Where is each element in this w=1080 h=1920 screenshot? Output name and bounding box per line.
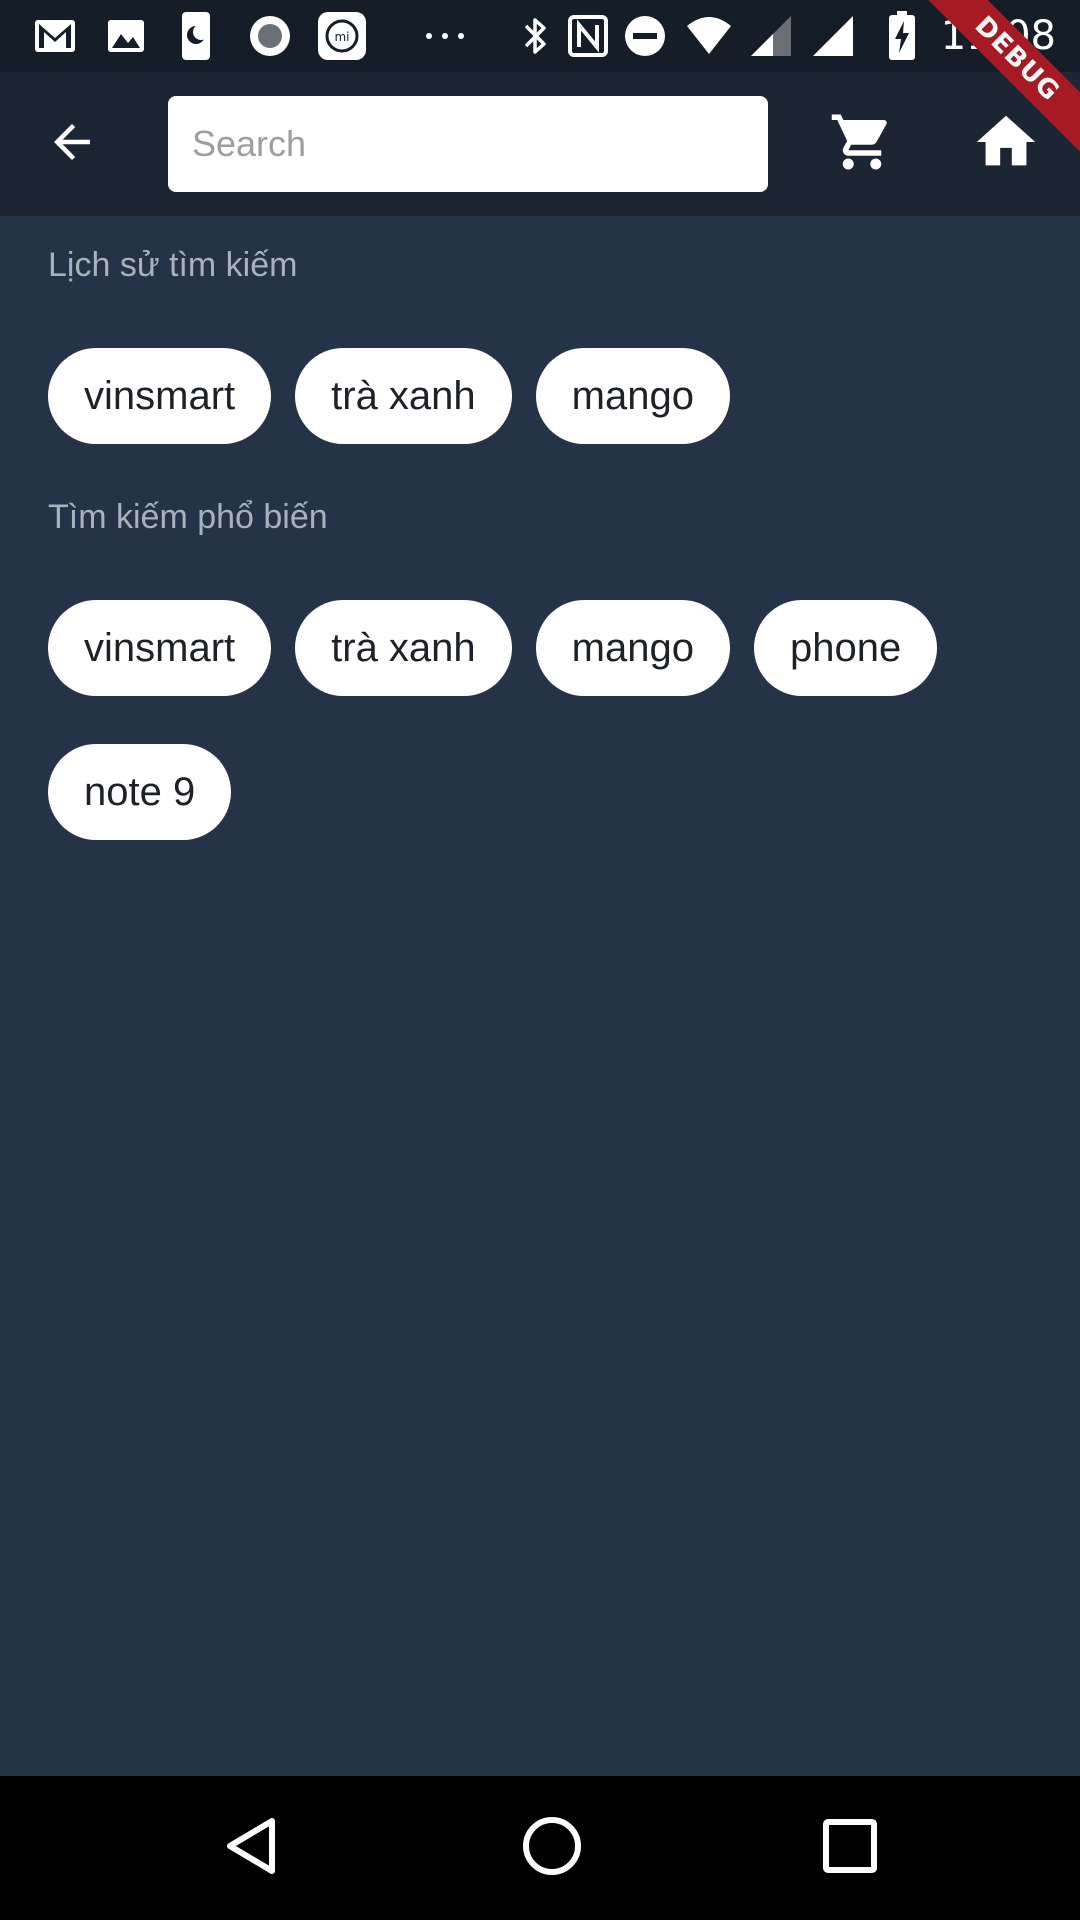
battery-charging-icon xyxy=(884,0,920,72)
bluetooth-icon xyxy=(520,0,552,72)
home-circle-icon xyxy=(521,1815,583,1881)
nfc-icon xyxy=(566,0,610,72)
popular-chip[interactable]: vinsmart xyxy=(48,600,272,696)
more-dots-icon xyxy=(420,0,470,72)
cart-button[interactable] xyxy=(802,72,922,216)
recents-square-icon xyxy=(822,1818,878,1878)
popular-chip[interactable]: trà xanh xyxy=(295,600,512,696)
search-input[interactable] xyxy=(168,96,768,192)
dnd-icon xyxy=(622,0,668,72)
history-chip[interactable]: trà xanh xyxy=(295,348,512,444)
popular-title: Tìm kiếm phổ biến xyxy=(48,498,328,536)
home-icon xyxy=(971,107,1041,181)
nav-back-button[interactable] xyxy=(180,1776,324,1920)
popular-chips: vinsmart trà xanh mango phone note 9 xyxy=(48,600,1048,840)
cart-icon xyxy=(829,109,895,179)
wifi-icon xyxy=(684,0,734,72)
gallery-icon xyxy=(102,0,150,72)
history-title: Lịch sử tìm kiếm xyxy=(48,246,298,284)
record-icon xyxy=(246,0,294,72)
app-bar xyxy=(0,72,1080,216)
signal-icon xyxy=(748,0,794,72)
popular-chip[interactable]: mango xyxy=(535,600,730,696)
history-chips: vinsmart trà xanh mango xyxy=(48,348,1048,444)
system-nav-bar xyxy=(0,1776,1080,1920)
mi-icon: mi xyxy=(316,0,368,72)
arrow-back-icon xyxy=(45,115,99,173)
nav-home-button[interactable] xyxy=(480,1776,624,1920)
gmail-icon xyxy=(30,0,80,72)
back-button[interactable] xyxy=(12,72,132,216)
status-bar: mi xyxy=(0,0,1080,72)
history-chip[interactable]: vinsmart xyxy=(48,348,272,444)
popular-chip[interactable]: note 9 xyxy=(48,744,232,840)
back-triangle-icon xyxy=(222,1815,282,1881)
moon-icon xyxy=(176,0,216,72)
svg-text:mi: mi xyxy=(334,30,349,44)
popular-chip[interactable]: phone xyxy=(753,600,938,696)
history-chip[interactable]: mango xyxy=(535,348,730,444)
signal-icon xyxy=(810,0,856,72)
nav-recents-button[interactable] xyxy=(778,1776,922,1920)
